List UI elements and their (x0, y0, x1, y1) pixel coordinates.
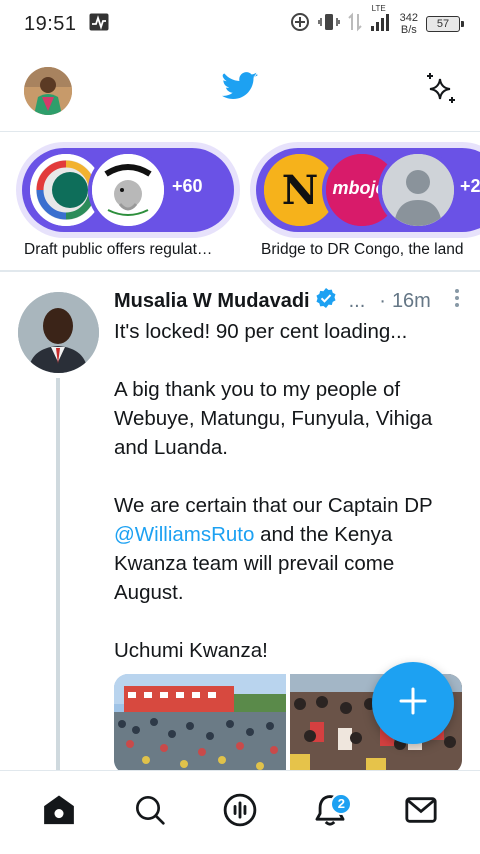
net-speed-value: 342 (399, 12, 418, 24)
media-image-crowd-building[interactable] (114, 674, 286, 774)
home-icon (42, 793, 76, 832)
nav-search[interactable] (126, 789, 174, 837)
signal-icon: LTE (370, 4, 392, 37)
status-bar: 19:51 LTE 342 B/s 57 (0, 0, 480, 48)
fleet-count: +2 (460, 176, 480, 196)
compose-tweet-button[interactable] (372, 662, 454, 744)
tweet-paragraph: We are certain that our Captain DP (114, 494, 438, 517)
battery-icon: 57 (426, 16, 464, 32)
net-speed-unit: B/s (400, 24, 417, 36)
tweet-paragraph: A big thank you to my people of Webuye, … (114, 378, 439, 459)
fleet-label: Bridge to DR Congo, the land (261, 241, 464, 258)
mention-link[interactable]: @WilliamsRuto (114, 523, 254, 546)
fleet-card[interactable]: N mbojet +2 Bridge to DR Congo, the land (250, 140, 480, 264)
status-time: 19:51 (24, 12, 77, 35)
notification-badge: 2 (330, 792, 353, 815)
divider (0, 270, 480, 272)
thread-line (56, 378, 60, 778)
messages-icon (404, 793, 438, 832)
twitter-bird-icon (221, 72, 258, 107)
author-handle: ... (348, 289, 366, 312)
more-options-icon[interactable] (454, 288, 460, 314)
tweet-paragraph: Uchumi Kwanza! (114, 639, 268, 662)
author-avatar[interactable] (18, 292, 99, 373)
separator-dot: · (379, 289, 386, 312)
fleet-avatar-default (378, 150, 458, 230)
plus-icon (398, 686, 428, 721)
tweet-text: It's locked! 90 per cent loading... A bi… (114, 317, 464, 665)
profile-avatar[interactable] (24, 67, 72, 115)
verified-badge-icon (315, 287, 337, 315)
fleet-card[interactable]: +60 Draft public offers regulat… (16, 140, 240, 264)
author-name[interactable]: Musalia W Mudavadi (114, 290, 310, 313)
fleets-row: +60 Draft public offers regulat… N mboje… (0, 140, 480, 264)
fleet-logo-n: N (282, 167, 319, 214)
fleet-label: Draft public offers regulat… (24, 241, 213, 258)
tweet-line: It's locked! 90 per cent loading... (114, 320, 408, 343)
tweet-time: 16m (391, 289, 431, 312)
tweet-header: Musalia W Mudavadi ... · 16m (114, 287, 460, 315)
fleet-count: +60 (172, 176, 203, 196)
data-transfer-icon (347, 12, 362, 37)
battery-level: 57 (436, 18, 450, 30)
net-speed: 342 B/s (400, 12, 418, 36)
network-type: LTE (371, 3, 386, 13)
nav-home[interactable] (35, 789, 83, 837)
bottom-nav: 2 (0, 770, 480, 854)
data-saver-icon (290, 12, 310, 37)
app-bar (0, 58, 480, 124)
sparkle-icon[interactable] (422, 71, 458, 112)
spaces-icon (223, 793, 257, 832)
activity-icon (89, 13, 109, 36)
nav-notifications[interactable]: 2 (306, 789, 354, 837)
divider (0, 131, 480, 132)
nav-spaces[interactable] (216, 789, 264, 837)
vibrate-icon (317, 12, 340, 37)
search-icon (134, 794, 166, 831)
fleet-avatar-ldtusker (88, 150, 168, 230)
nav-messages[interactable] (397, 789, 445, 837)
